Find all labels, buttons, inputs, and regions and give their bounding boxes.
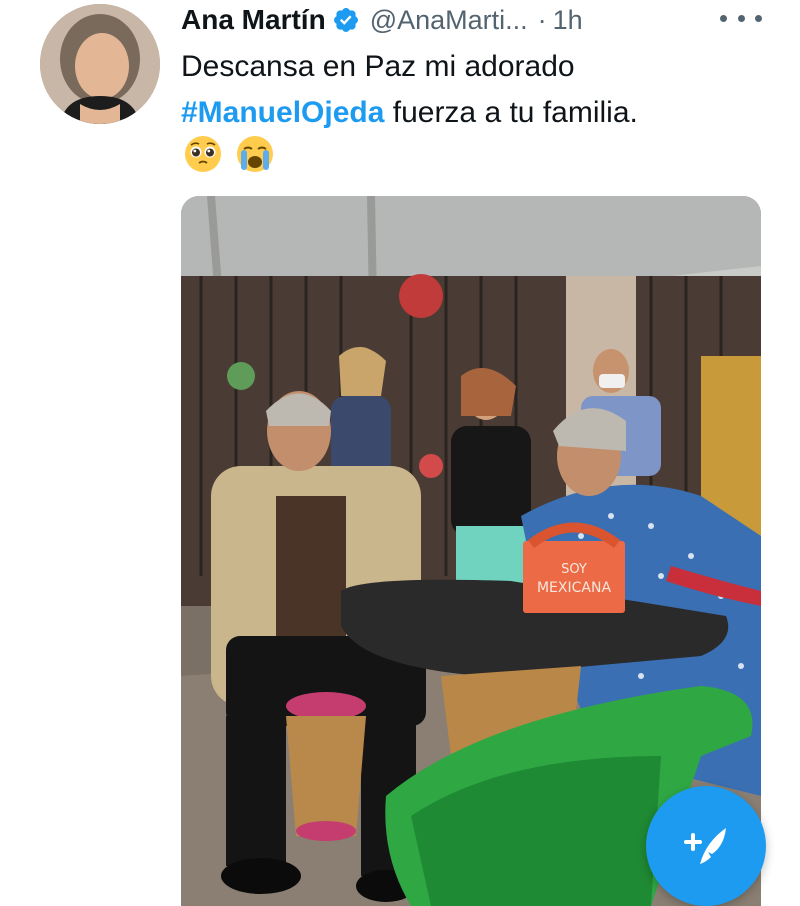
more-options-icon[interactable] xyxy=(720,0,762,36)
separator-dot: · xyxy=(537,4,547,35)
bag-text-line1: SOY xyxy=(561,562,587,577)
tweet-header: Ana Martín @AnaMarti... · 1h xyxy=(181,0,583,40)
hashtag-link[interactable]: #ManuelOjeda xyxy=(181,96,384,129)
pleading-face-emoji xyxy=(185,136,221,172)
crying-face-emoji xyxy=(237,136,273,172)
bag-text-line2: MEXICANA xyxy=(537,580,611,596)
compose-tweet-button[interactable] xyxy=(646,786,766,906)
tweet-text: Descansa en Paz mi adorado #ManuelOjeda … xyxy=(181,44,781,136)
avatar[interactable] xyxy=(40,4,160,124)
compose-tweet-icon xyxy=(684,828,726,864)
tweet-text-after: fuerza a tu familia. xyxy=(384,96,638,129)
emoji-row xyxy=(183,134,275,174)
handle[interactable]: @AnaMarti... xyxy=(370,5,528,36)
avatar-photo xyxy=(40,4,160,124)
verified-badge-icon xyxy=(333,8,358,32)
timestamp[interactable]: 1h xyxy=(553,5,583,36)
display-name[interactable]: Ana Martín xyxy=(181,4,326,36)
tweet-text-before: Descansa en Paz mi adorado xyxy=(181,50,575,83)
